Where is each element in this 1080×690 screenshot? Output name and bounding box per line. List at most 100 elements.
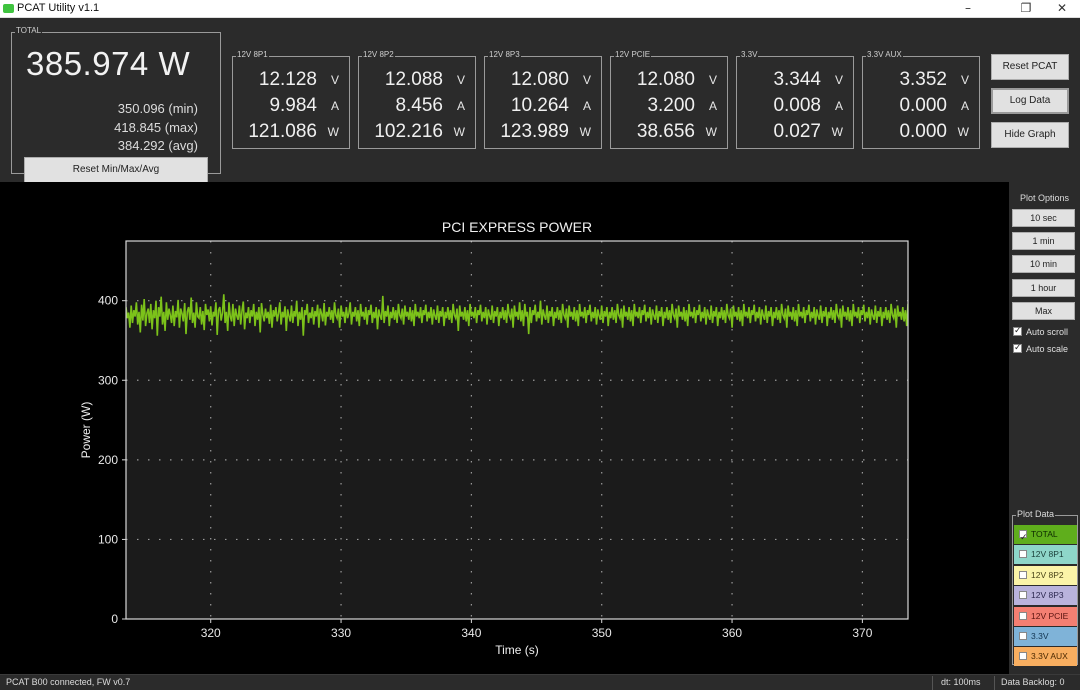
plot-data-toggle-3-3v-aux[interactable]: 3.3V AUX: [1014, 647, 1077, 667]
rail-power-unit: W: [957, 125, 969, 139]
plot-data-label: 12V 8P2: [1031, 569, 1064, 580]
plot-data-toggle-12v-8p3[interactable]: 12V 8P3: [1014, 586, 1077, 606]
rail-voltage-unit: V: [708, 73, 717, 87]
checkbox-unchecked-icon[interactable]: [1019, 632, 1027, 640]
range-max-button[interactable]: Max: [1012, 302, 1075, 320]
rail-current-unit: A: [582, 99, 591, 113]
rail-group-12v-8p2: 12V 8P2 12.088 V 8.456 A 102.216 W: [358, 50, 476, 149]
plot-data-label: TOTAL: [1031, 529, 1058, 539]
reset-min-max-avg-button[interactable]: Reset Min/Max/Avg: [24, 157, 208, 183]
plot-data-label: 12V PCIE: [1031, 610, 1069, 621]
rail-current-value: 0.000: [899, 95, 947, 116]
rail-group-3-3v: 3.3V 3.344 V 0.008 A 0.027 W: [736, 50, 854, 149]
rail-label: 12V 8P2: [362, 50, 395, 59]
rail-current-value: 10.264: [510, 95, 569, 116]
x-tick-label: 350: [592, 626, 612, 640]
plot-data-title: Plot Data: [1016, 509, 1056, 519]
log-data-button[interactable]: Log Data: [991, 88, 1069, 114]
plot-data-label: 12V 8P3: [1031, 590, 1064, 601]
plot-data-toggle-12v-8p1[interactable]: 12V 8P1: [1014, 545, 1077, 565]
rail-group-12v-8p1: 12V 8P1 12.128 V 9.984 A 121.086 W: [232, 50, 350, 149]
plot-data-label: 12V 8P1: [1031, 549, 1064, 560]
y-tick-label: 0: [111, 612, 118, 626]
rail-label: 12V 8P3: [488, 50, 521, 59]
total-group-label: TOTAL: [15, 26, 43, 35]
rail-voltage-unit: V: [834, 73, 843, 87]
power-chart: 320 330 340 350 360 370 0 100 200 300 400 PCI EXPR…: [79, 219, 909, 657]
rail-label: 3.3V: [740, 50, 759, 59]
x-tick-label: 340: [461, 626, 481, 640]
auto-scale-checkbox[interactable]: Auto scale: [1013, 342, 1069, 354]
chart-title: PCI EXPRESS POWER: [442, 219, 592, 235]
rail-group-3-3v-aux: 3.3V AUX 3.352 V 0.000 A 0.000 W: [862, 50, 980, 149]
rail-voltage-value: 3.344: [773, 69, 821, 90]
auto-scroll-checkbox[interactable]: Auto scroll: [1013, 325, 1069, 337]
minimize-icon[interactable]: –: [952, 0, 984, 18]
rail-current-unit: A: [456, 99, 465, 113]
rail-power-value: 38.656: [636, 121, 695, 142]
rail-voltage-value: 3.352: [899, 69, 947, 90]
rail-current-unit: A: [708, 99, 717, 113]
data-backlog: Data Backlog: 0: [1001, 677, 1065, 687]
rail-voltage-value: 12.080: [510, 69, 569, 90]
rail-power-unit: W: [705, 125, 717, 139]
plot-data-toggle-total[interactable]: TOTAL: [1014, 525, 1077, 547]
rail-current-value: 3.200: [647, 95, 695, 116]
checkbox-unchecked-icon[interactable]: [1019, 591, 1027, 600]
plot-data-group: Plot Data TOTAL 12V 8P1 12V 8P2 12V 8P3 12V …: [1012, 509, 1078, 667]
rail-power-value: 121.086: [248, 121, 317, 142]
auto-scroll-label: Auto scroll: [1026, 327, 1069, 337]
plot-data-toggle-12v-8p2[interactable]: 12V 8P2: [1014, 565, 1077, 585]
rail-voltage-unit: V: [582, 73, 591, 87]
range-1-hour-button[interactable]: 1 hour: [1012, 279, 1075, 297]
status-separator: [932, 676, 933, 690]
checkbox-unchecked-icon[interactable]: [1019, 570, 1027, 579]
checkbox-unchecked-icon[interactable]: [1019, 611, 1027, 620]
checkbox-unchecked-icon[interactable]: [1019, 550, 1027, 559]
total-min: 350.096 (min): [117, 101, 198, 116]
plot-data-toggle-12v-pcie[interactable]: 12V PCIE: [1014, 606, 1077, 626]
reset-pcat-button[interactable]: Reset PCAT: [991, 54, 1069, 80]
rail-current-value: 9.984: [269, 95, 317, 116]
rail-power-unit: W: [327, 125, 339, 139]
plot-area: 320 330 340 350 360 370 0 100 200 300 400 PCI EXPR…: [0, 182, 1009, 674]
y-tick-label: 400: [98, 294, 118, 308]
checkbox-checked-icon[interactable]: [1019, 528, 1028, 547]
x-tick-label: 360: [722, 626, 742, 640]
range-10-min-button[interactable]: 10 min: [1012, 255, 1075, 273]
close-icon[interactable]: ✕: [1046, 0, 1078, 18]
range-10-sec-button[interactable]: 10 sec: [1012, 209, 1075, 227]
restore-icon[interactable]: ❐: [1010, 0, 1042, 18]
auto-scale-label: Auto scale: [1026, 344, 1069, 354]
status-bar: PCAT B00 connected, FW v0.7 dt: 100ms Da…: [0, 674, 1080, 690]
connection-status: PCAT B00 connected, FW v0.7: [6, 677, 131, 687]
plot-background: [126, 241, 908, 619]
checkbox-checked-icon[interactable]: [1013, 342, 1022, 353]
rail-power-value: 123.989: [500, 121, 569, 142]
title-bar: PCAT Utility v1.1 – ❐ ✕: [0, 0, 1080, 18]
sample-interval: dt: 100ms: [941, 677, 981, 687]
total-avg: 384.292 (avg): [117, 138, 198, 153]
plot-data-label: 3.3V: [1031, 631, 1049, 641]
total-max: 418.845 (max): [114, 120, 198, 135]
x-tick-label: 330: [331, 626, 351, 640]
checkbox-unchecked-icon[interactable]: [1019, 652, 1027, 661]
hide-graph-button[interactable]: Hide Graph: [991, 122, 1069, 148]
total-group: TOTAL 385.974 W 350.096 (min) 418.845 (m…: [11, 26, 221, 183]
app-icon: [3, 4, 14, 13]
range-1-min-button[interactable]: 1 min: [1012, 232, 1075, 250]
rail-voltage-unit: V: [330, 73, 339, 87]
y-axis-label: Power (W): [79, 402, 93, 459]
x-tick-label: 320: [201, 626, 221, 640]
rail-group-12v-8p3: 12V 8P3 12.080 V 10.264 A 123.989 W: [484, 50, 602, 149]
rail-current-unit: A: [834, 99, 843, 113]
rail-power-unit: W: [453, 125, 465, 139]
checkbox-checked-icon[interactable]: [1013, 325, 1022, 336]
rail-label: 3.3V AUX: [866, 50, 903, 59]
y-tick-label: 300: [98, 373, 118, 387]
rail-power-unit: W: [579, 125, 591, 139]
plot-data-toggle-3-3v[interactable]: 3.3V: [1014, 627, 1077, 646]
rail-voltage-value: 12.128: [258, 69, 317, 90]
rail-voltage-value: 12.080: [636, 69, 695, 90]
x-tick-label: 370: [852, 626, 872, 640]
